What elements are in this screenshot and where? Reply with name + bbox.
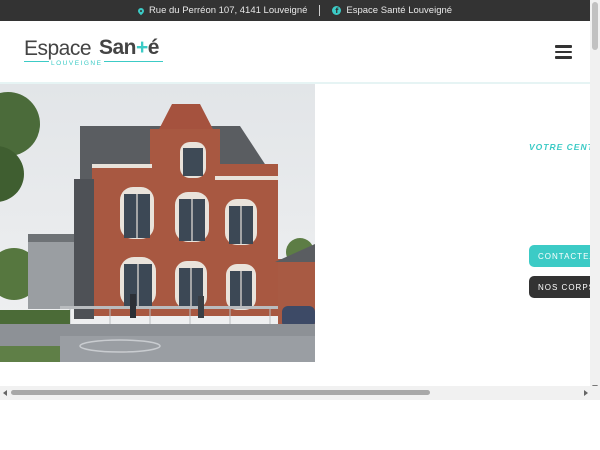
site-header: Espace San+é LOUVEIGNE bbox=[0, 21, 590, 84]
hamburger-menu-icon[interactable] bbox=[555, 45, 572, 59]
logo-sante-end: é bbox=[147, 36, 160, 59]
hero-tagline: VOTRE CENTRE bbox=[529, 142, 590, 152]
horizontal-scrollbar[interactable] bbox=[0, 386, 600, 400]
address-text[interactable]: Rue du Perréon 107, 4141 Louveigné bbox=[149, 5, 307, 16]
facebook-icon[interactable]: f bbox=[332, 6, 342, 15]
facebook-text[interactable]: Espace Santé Louveigné bbox=[346, 5, 452, 16]
scroll-left-arrow-icon[interactable] bbox=[3, 390, 7, 396]
logo-word-espace: Espace bbox=[24, 37, 92, 60]
facebook-item[interactable]: f Espace Santé Louveigné bbox=[332, 5, 452, 16]
logo-plus-cross: + bbox=[136, 36, 148, 59]
vertical-scroll-thumb[interactable] bbox=[592, 2, 598, 50]
vertical-scrollbar[interactable] bbox=[590, 0, 600, 395]
map-pin-icon bbox=[136, 6, 146, 15]
logo-subtitle: LOUVEIGNE bbox=[49, 60, 105, 67]
topbar-divider bbox=[319, 5, 321, 16]
contact-button[interactable]: CONTACTEZ-NOUS bbox=[529, 245, 590, 267]
logo-sante-start: San bbox=[99, 36, 137, 59]
horizontal-scroll-thumb[interactable] bbox=[11, 390, 430, 395]
hero-building-image bbox=[0, 84, 315, 362]
site-logo[interactable]: Espace San+é LOUVEIGNE bbox=[24, 36, 169, 69]
address-item[interactable]: Rue du Perréon 107, 4141 Louveigné bbox=[136, 5, 307, 16]
logo-word-sante: San+é bbox=[99, 36, 159, 60]
top-info-bar: Rue du Perréon 107, 4141 Louveigné f Esp… bbox=[0, 0, 590, 21]
corps-metiers-button[interactable]: NOS CORPS MÉTIERS bbox=[529, 276, 590, 298]
scroll-right-arrow-icon[interactable] bbox=[584, 390, 588, 396]
